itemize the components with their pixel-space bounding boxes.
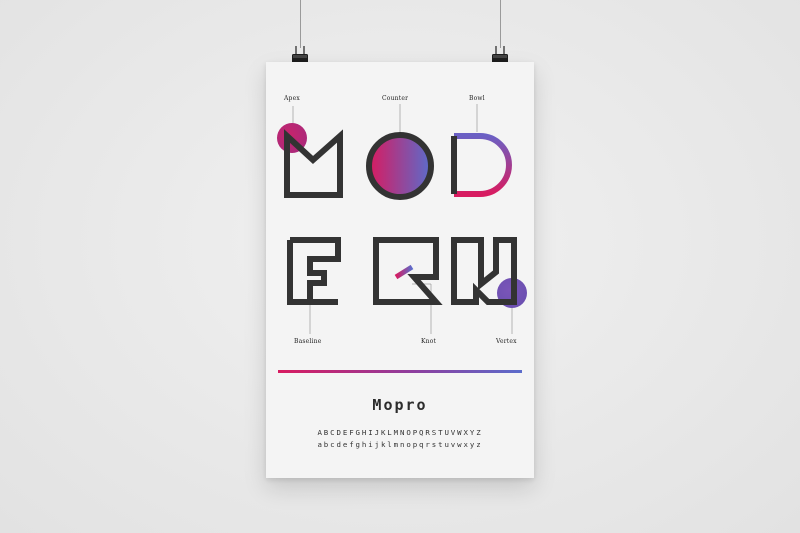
letter-m — [284, 129, 343, 198]
letter-d — [451, 133, 512, 197]
label-apex: Apex — [284, 95, 300, 102]
lowercase-alphabet: abcdefghijklmnopqrstuvwxyz — [317, 440, 483, 449]
label-bowl: Bowl — [469, 95, 485, 102]
label-knot: Knot — [421, 338, 437, 345]
label-baseline: Baseline — [294, 338, 322, 345]
uppercase-alphabet: ABCDEFGHIJKLMNOPQRSTUVWXYZ — [317, 428, 483, 437]
gradient-rule — [278, 370, 522, 373]
letter-o — [366, 132, 434, 200]
hanging-string-left — [300, 0, 301, 48]
hanging-string-right — [500, 0, 501, 48]
letter-r — [373, 237, 443, 305]
label-vertex: Vertex — [496, 338, 517, 345]
font-name: Mopro — [372, 396, 428, 414]
poster: Apex Counter Bowl Baseline Knot Vertex M… — [266, 62, 534, 478]
headline-artwork — [277, 104, 527, 334]
label-counter: Counter — [382, 95, 409, 102]
letter-e — [287, 237, 341, 305]
